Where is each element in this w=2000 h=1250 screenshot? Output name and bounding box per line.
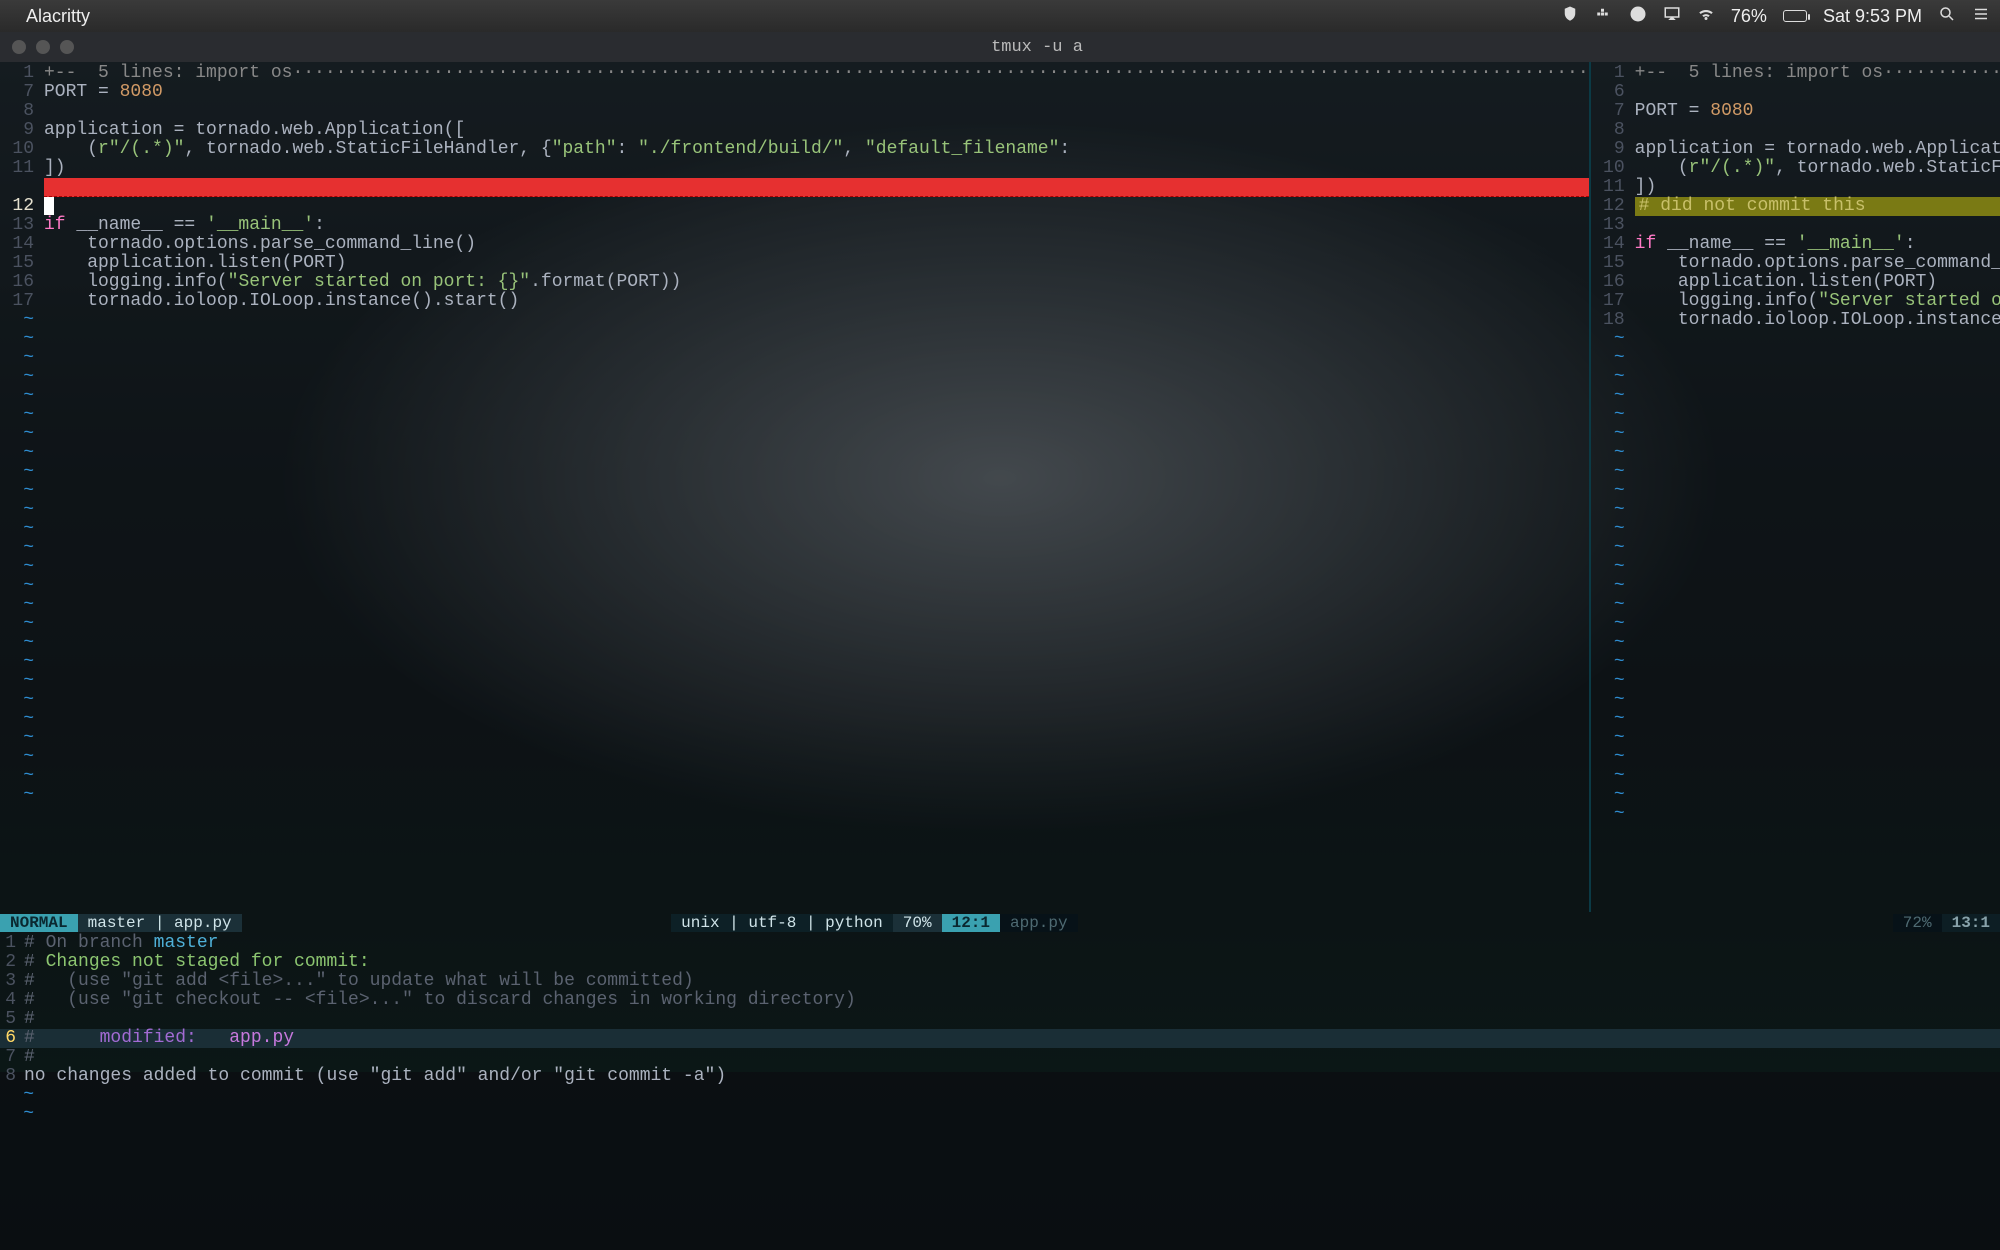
minimize-icon[interactable] bbox=[36, 40, 50, 54]
traffic-lights[interactable] bbox=[0, 40, 74, 54]
airline-encoding: unix | utf-8 | python bbox=[671, 914, 893, 932]
airline-file: app.py bbox=[1000, 914, 1078, 932]
gstatus-line[interactable]: 1# On branch master bbox=[0, 934, 2000, 953]
code-line[interactable]: 13 bbox=[1591, 216, 2000, 235]
vim-pane-left[interactable]: 1+-- 5 lines: import os·················… bbox=[0, 62, 1589, 912]
macos-menubar: Alacritty 76% Sat 9:53 PM bbox=[0, 0, 2000, 32]
battery-percent[interactable]: 76% bbox=[1731, 6, 1767, 27]
code-line[interactable]: 15 application.listen(PORT) bbox=[0, 254, 1589, 273]
airline-position: 13:1 bbox=[1942, 914, 2000, 932]
code-line[interactable]: 15 tornado.options.parse_command_line() bbox=[1591, 254, 2000, 273]
app-name[interactable]: Alacritty bbox=[26, 6, 90, 27]
gstatus-line[interactable]: 7# bbox=[0, 1048, 2000, 1067]
code-line[interactable]: 14if __name__ == '__main__': bbox=[1591, 235, 2000, 254]
airline-percent: 70% bbox=[893, 914, 942, 932]
code-line[interactable]: 11]) bbox=[0, 159, 1589, 178]
vim-pane-right[interactable]: 1+-- 5 lines: import os·················… bbox=[1589, 62, 2000, 912]
gstatus-line[interactable]: 5# bbox=[0, 1010, 2000, 1029]
airline-left: NORMAL master | app.py unix | utf-8 | py… bbox=[0, 912, 1000, 934]
code-line[interactable]: 8 bbox=[0, 102, 1589, 121]
code-line[interactable]: 1+-- 5 lines: import os·················… bbox=[1591, 64, 2000, 83]
notifications-icon[interactable] bbox=[1972, 5, 1990, 28]
code-line[interactable]: 16 logging.info("Server started on port:… bbox=[0, 273, 1589, 292]
wifi-icon[interactable] bbox=[1697, 5, 1715, 28]
gstatus-line[interactable]: 3# (use "git add <file>..." to update wh… bbox=[0, 972, 2000, 991]
gstatus-line[interactable]: 2# Changes not staged for commit: bbox=[0, 953, 2000, 972]
zoom-icon[interactable] bbox=[60, 40, 74, 54]
code-line[interactable]: 10 (r"/(.*)", tornado.web.StaticFileHand… bbox=[1591, 159, 2000, 178]
code-line[interactable]: 9application = tornado.web.Application([ bbox=[1591, 140, 2000, 159]
gstatus-line[interactable]: 4# (use "git checkout -- <file>..." to d… bbox=[0, 991, 2000, 1010]
battery-icon[interactable] bbox=[1783, 10, 1807, 22]
airplay-icon[interactable] bbox=[1663, 5, 1681, 28]
gstatus-line[interactable]: 6# modified: app.py bbox=[0, 1029, 2000, 1048]
terminal[interactable]: 1+-- 5 lines: import os·················… bbox=[0, 62, 2000, 1250]
code-line[interactable]: 17 tornado.ioloop.IOLoop.instance().star… bbox=[0, 292, 1589, 311]
code-line[interactable]: 7PORT = 8080 bbox=[1591, 102, 2000, 121]
diff-deleted bbox=[44, 178, 1589, 197]
code-line[interactable]: 8 bbox=[1591, 121, 2000, 140]
vpn-icon[interactable] bbox=[1561, 5, 1579, 28]
docker-icon[interactable] bbox=[1595, 5, 1613, 28]
code-line[interactable]: 17 logging.info("Server started on port:… bbox=[1591, 292, 2000, 311]
code-line[interactable]: 10 (r"/(.*)", tornado.web.StaticFileHand… bbox=[0, 140, 1589, 159]
window-title: tmux -u a bbox=[74, 38, 2000, 57]
clock[interactable]: Sat 9:53 PM bbox=[1823, 6, 1922, 27]
airline-position: 12:1 bbox=[942, 914, 1000, 932]
airline-file: app.py bbox=[174, 914, 232, 932]
code-line[interactable]: 7PORT = 8080 bbox=[0, 83, 1589, 102]
spotlight-icon[interactable] bbox=[1938, 5, 1956, 28]
code-line[interactable]: 9application = tornado.web.Application([ bbox=[0, 121, 1589, 140]
airline-right: app.py 72% 13:1 bbox=[1000, 912, 2000, 934]
code-line[interactable]: 14 tornado.options.parse_command_line() bbox=[0, 235, 1589, 254]
vim-split: 1+-- 5 lines: import os·················… bbox=[0, 62, 2000, 912]
code-line[interactable]: 11]) bbox=[1591, 178, 2000, 197]
code-line[interactable]: 1+-- 5 lines: import os·················… bbox=[0, 64, 1589, 83]
diff-added: # did not commit this bbox=[1635, 197, 2000, 216]
code-line[interactable]: 18 tornado.ioloop.IOLoop.instance().star… bbox=[1591, 311, 2000, 330]
gstatus-line[interactable]: 8no changes added to commit (use "git ad… bbox=[0, 1067, 2000, 1086]
window-titlebar: tmux -u a bbox=[0, 32, 2000, 62]
cursor bbox=[44, 197, 54, 215]
code-line[interactable]: 6 bbox=[1591, 83, 2000, 102]
code-line[interactable]: 16 application.listen(PORT) bbox=[1591, 273, 2000, 292]
airline-sep: | bbox=[155, 914, 165, 932]
close-icon[interactable] bbox=[12, 40, 26, 54]
code-line[interactable]: 13if __name__ == '__main__': bbox=[0, 216, 1589, 235]
git-branch: master bbox=[88, 914, 146, 932]
vim-mode: NORMAL bbox=[0, 914, 78, 932]
git-status-pane[interactable]: 1# On branch master2# Changes not staged… bbox=[0, 934, 2000, 1250]
spotify-icon[interactable] bbox=[1629, 5, 1647, 28]
airline-percent: 72% bbox=[1893, 914, 1942, 932]
